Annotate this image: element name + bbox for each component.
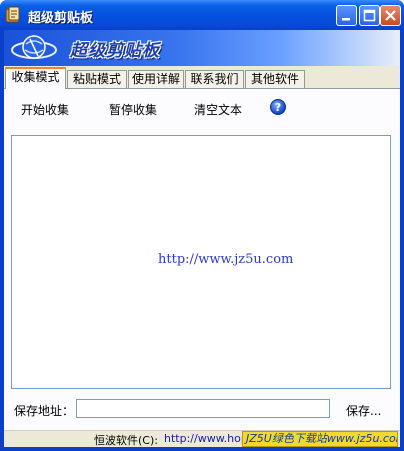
save-path-label: 保存地址：: [14, 404, 75, 418]
clear-text-button[interactable]: 清空文本: [194, 101, 242, 118]
tab-collect-mode[interactable]: 收集模式: [5, 67, 66, 89]
minimize-icon: [342, 18, 350, 21]
status-bar: 恒波软件(C): http://www.hop JZ5U绿色下载站www.jz5…: [4, 430, 400, 447]
collected-text-area[interactable]: http://www.jz5u.com: [11, 135, 391, 389]
tab-strip: 收集模式 粘贴模式 使用详解 联系我们 其他软件: [4, 67, 400, 89]
pause-collect-button[interactable]: 暂停收集: [109, 101, 157, 118]
company-label: 恒波软件(C):: [94, 434, 158, 447]
close-icon: [385, 10, 396, 21]
minimize-button[interactable]: [336, 5, 357, 26]
save-path-input[interactable]: [76, 399, 330, 418]
website-link[interactable]: http://www.hop: [164, 432, 248, 445]
banner-title: 超级剪贴板: [70, 41, 160, 61]
client-area: 超级剪贴板 收集模式 粘贴模式 使用详解 联系我们 其他软件 开始收集 暂停收集…: [4, 30, 400, 447]
banner: 超级剪贴板: [4, 30, 400, 66]
app-window: 超级剪贴板 超级剪贴板 收集模式 粘贴模式 使用详解 联系我们 其他软件 开始收…: [0, 0, 404, 451]
window-title: 超级剪贴板: [28, 11, 94, 26]
close-button[interactable]: [380, 5, 401, 26]
collected-text: http://www.jz5u.com: [158, 252, 294, 267]
start-collect-button[interactable]: 开始收集: [21, 101, 69, 118]
app-icon: [5, 6, 20, 23]
tab-contact-us[interactable]: 联系我们: [185, 70, 244, 89]
tab-other-software[interactable]: 其他软件: [245, 70, 305, 89]
title-bar[interactable]: 超级剪贴板: [0, 0, 404, 30]
tab-paste-mode[interactable]: 粘贴模式: [67, 70, 127, 89]
watermark-badge: JZ5U绿色下载站www.jz5u.com: [242, 431, 398, 447]
help-icon[interactable]: ?: [270, 99, 286, 115]
maximize-button[interactable]: [359, 5, 380, 26]
save-button[interactable]: 保存...: [346, 402, 381, 419]
globe-logo-icon: [11, 35, 57, 59]
maximize-icon: [363, 9, 376, 22]
tab-usage-guide[interactable]: 使用详解: [128, 70, 184, 89]
collect-mode-panel: 开始收集 暂停收集 清空文本 ? http://www.jz5u.com 保存地…: [4, 88, 400, 430]
